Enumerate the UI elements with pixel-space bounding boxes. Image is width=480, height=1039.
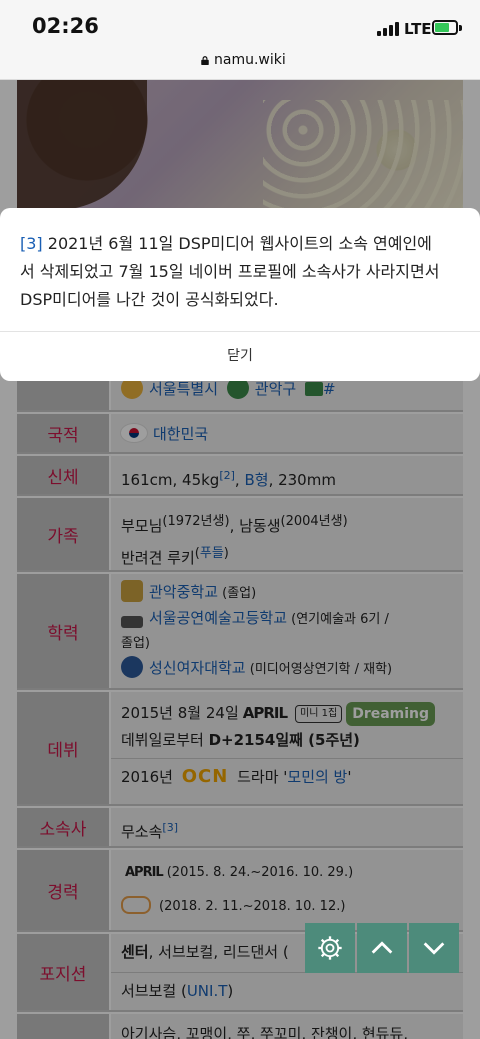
cellular-signal-icon	[377, 22, 401, 36]
footnote-popup: [3] 2021년 6월 11일 DSP미디어 웹사이트의 소속 연예인에 서 …	[0, 208, 480, 381]
scroll-down-button[interactable]	[409, 923, 459, 973]
battery-cap	[459, 25, 462, 31]
clock: 02:26	[32, 14, 99, 38]
network-type: LTE	[404, 20, 432, 38]
footnote-ref-link[interactable]: [3]	[20, 234, 43, 253]
url-text: namu.wiki	[214, 52, 286, 68]
address-bar[interactable]: namu.wiki	[0, 46, 480, 80]
chevron-up-icon	[371, 941, 393, 954]
settings-button[interactable]	[305, 923, 355, 973]
chevron-down-icon	[423, 942, 445, 955]
status-bar: 02:26 LTE	[0, 0, 480, 46]
settings-gear-icon	[318, 936, 342, 960]
scroll-up-button[interactable]	[357, 923, 407, 973]
close-button[interactable]: 닫기	[0, 332, 480, 381]
footnote-text: [3] 2021년 6월 11일 DSP미디어 웹사이트의 소속 연예인에 서 …	[20, 234, 440, 309]
battery-icon	[432, 20, 458, 35]
lock-icon	[201, 56, 209, 65]
